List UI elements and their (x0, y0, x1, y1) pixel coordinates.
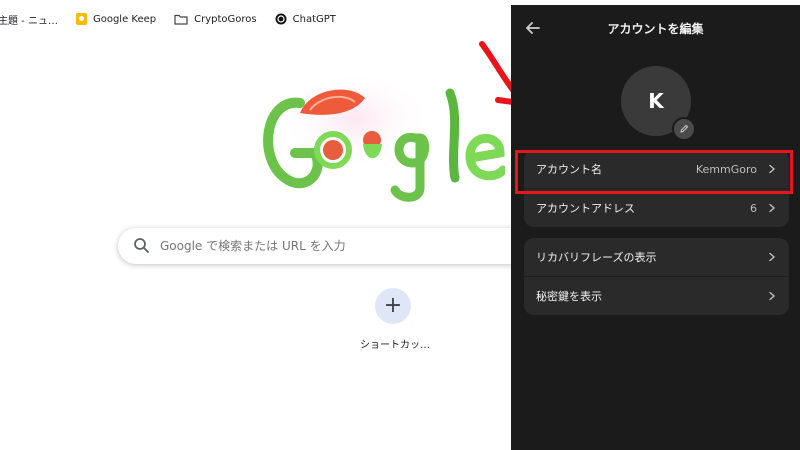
bookmark-google-keep[interactable]: Google Keep (75, 13, 157, 25)
chevron-right-icon (769, 291, 776, 301)
account-name-row[interactable]: アカウント名 KemmGoro (524, 150, 789, 188)
search-icon (134, 238, 149, 253)
avatar-letter: K (648, 89, 664, 113)
account-info-group: アカウント名 KemmGoro アカウントアドレス 6 (524, 150, 789, 227)
chevron-right-icon (769, 252, 776, 262)
bookmark-label: Google Keep (92, 13, 157, 25)
bookmark-cryptogoros[interactable]: CryptoGoros (174, 14, 257, 25)
search-input[interactable] (160, 239, 538, 253)
account-address-count: 6 (750, 201, 757, 215)
back-button[interactable] (523, 18, 543, 38)
bookmark-chatgpt[interactable]: ChatGPT (275, 13, 336, 25)
bookmark-label: CryptoGoros (194, 13, 257, 25)
panel-header: アカウントを編集 (511, 5, 800, 51)
folder-icon (174, 14, 188, 25)
panel-title: アカウントを編集 (607, 21, 704, 36)
chevron-right-icon (769, 164, 776, 174)
pencil-icon (680, 124, 689, 133)
bookmark-label: 主題 - ニュ… (0, 15, 58, 27)
account-name-value: KemmGoro (695, 162, 757, 176)
show-recovery-phrase-row[interactable]: リカバリフレーズの表示 (524, 238, 789, 276)
account-address-row[interactable]: アカウントアドレス 6 (524, 188, 789, 227)
row-label: アカウント名 (536, 163, 602, 176)
row-label: アカウントアドレス (536, 202, 635, 215)
security-group: リカバリフレーズの表示 秘密鍵を表示 (524, 238, 789, 315)
bookmark-news[interactable]: 主題 - ニュ… (0, 12, 58, 27)
add-shortcut-button[interactable]: + (375, 288, 411, 324)
bookmark-label: ChatGPT (292, 13, 336, 25)
keep-icon (75, 13, 87, 25)
row-label: 秘密鍵を表示 (536, 290, 602, 303)
row-label: リカバリフレーズの表示 (536, 251, 657, 264)
shortcut-label: ショートカッ… (360, 340, 430, 351)
account-edit-panel: アカウントを編集 K アカウント名 KemmGoro アカウントアドレス 6 リ… (511, 5, 800, 450)
search-box[interactable] (118, 228, 538, 264)
chevron-right-icon (769, 203, 776, 213)
show-private-key-row[interactable]: 秘密鍵を表示 (524, 276, 789, 315)
chatgpt-icon (275, 13, 287, 25)
plus-icon: + (383, 293, 403, 318)
google-doodle[interactable] (255, 78, 505, 208)
back-arrow-icon (526, 22, 540, 34)
edit-avatar-button[interactable] (672, 117, 696, 141)
